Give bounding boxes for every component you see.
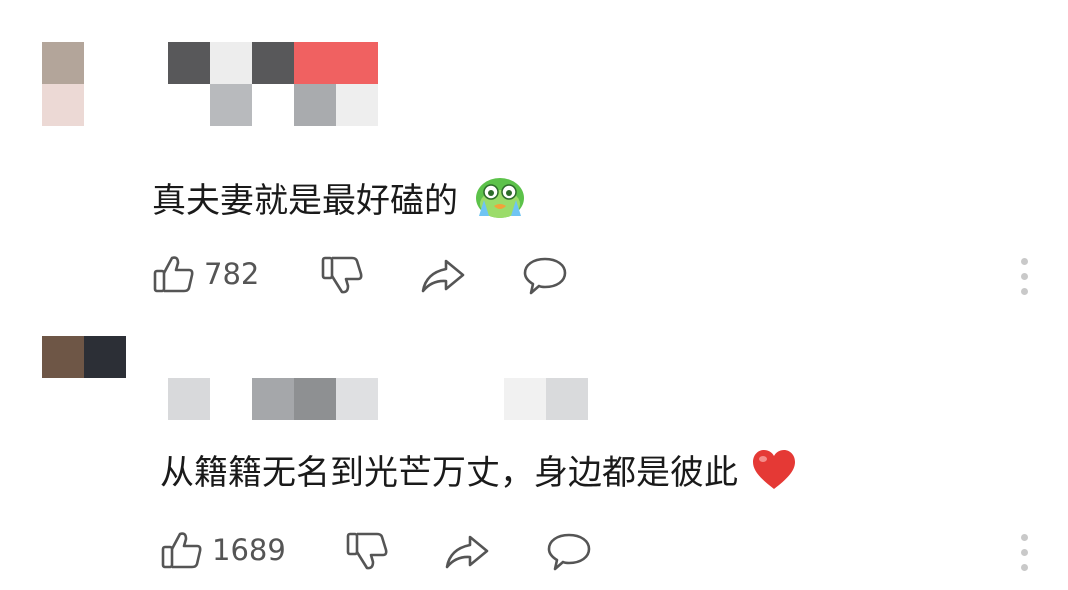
reply-button[interactable] — [546, 532, 592, 572]
crying-face-emoji — [475, 178, 524, 218]
share-icon — [421, 259, 465, 293]
dislike-button[interactable] — [321, 256, 365, 296]
like-button[interactable]: 782 — [152, 254, 259, 294]
thumbs-up-icon — [153, 256, 194, 293]
comment-bubble-icon — [523, 257, 567, 295]
thumbs-down-icon — [346, 532, 388, 570]
thumbs-down-icon — [321, 256, 363, 294]
share-button[interactable] — [444, 534, 490, 570]
like-button[interactable]: 1689 — [160, 530, 286, 570]
comment-text: 真夫妻就是最好磕的 — [152, 172, 527, 222]
red-heart-emoji — [752, 450, 795, 489]
more-icon — [1021, 534, 1028, 541]
share-button[interactable] — [420, 258, 466, 294]
more-icon — [1021, 258, 1028, 265]
reply-button[interactable] — [522, 256, 568, 296]
like-count: 1689 — [212, 533, 286, 567]
more-options-button[interactable] — [1021, 534, 1029, 579]
comment-text: 从籍籍无名到光芒万丈，身边都是彼此 — [160, 448, 797, 493]
dislike-button[interactable] — [346, 532, 390, 572]
more-options-button[interactable] — [1021, 258, 1029, 303]
thumbs-up-icon — [161, 532, 202, 569]
share-icon — [445, 535, 489, 569]
like-count: 782 — [204, 257, 260, 291]
comment-bubble-icon — [547, 533, 591, 571]
